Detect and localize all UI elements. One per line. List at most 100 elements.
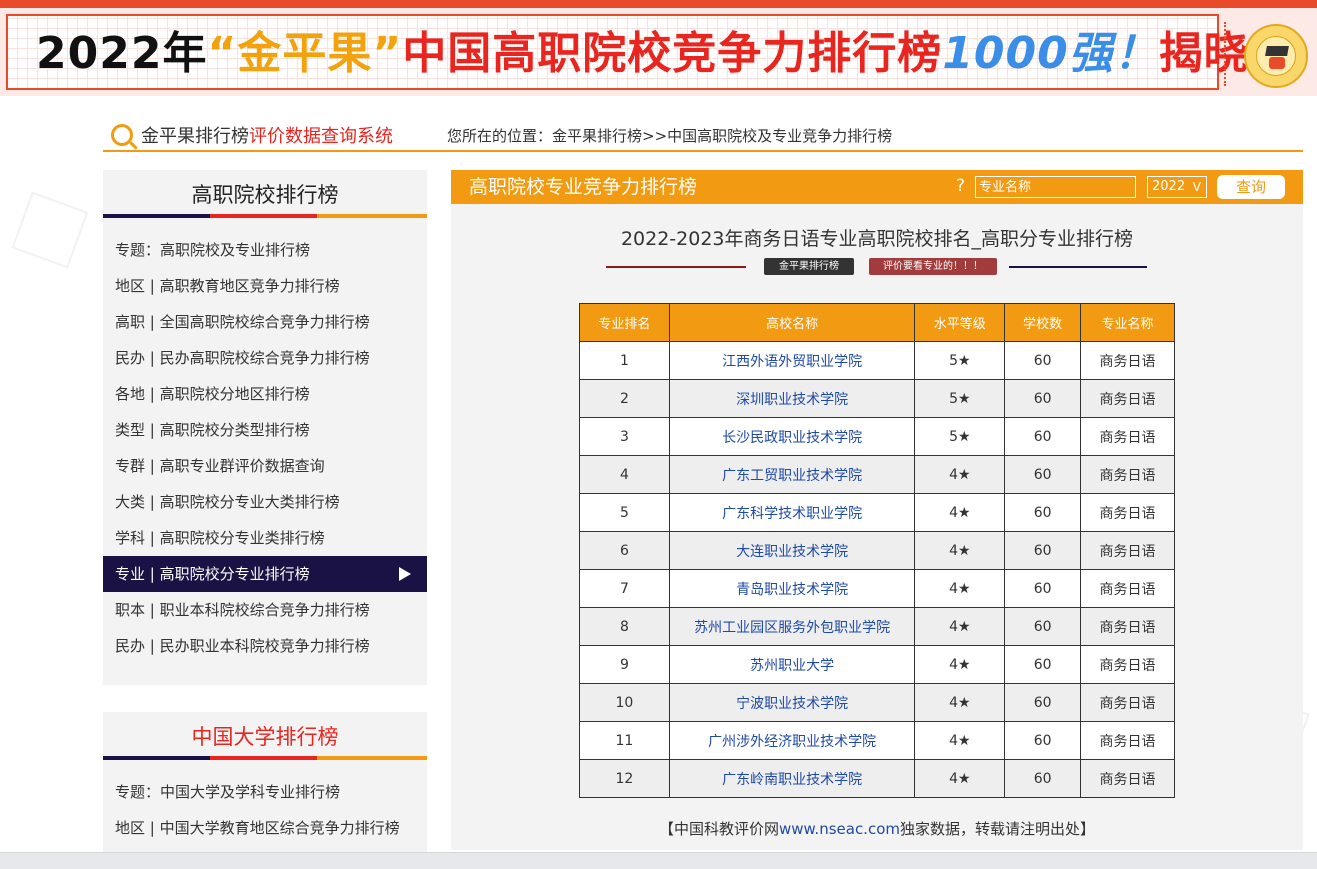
table-cell: 12 [579, 759, 670, 798]
sidebar-item-label: 学科 | 高职院校分专业类排行榜 [115, 529, 325, 547]
school-link[interactable]: 苏州工业园区服务外包职业学院 [668, 607, 916, 646]
table-cell: 5★ [914, 417, 1006, 456]
table-cell: 8 [579, 607, 670, 646]
table-cell: 7 [579, 569, 670, 608]
top-banner[interactable]: 2022年“金平果”中国高职院校竞争力排行榜1000强！揭晓 [0, 0, 1317, 96]
main-panel: 高职院校专业竞争力排行榜 ? 2022 V 查询 2022-2023年商务日语专… [451, 170, 1303, 850]
table-row: 10 宁波职业技术学院 4★ 60 商务日语 [579, 683, 1175, 722]
sidebar-item[interactable]: 专业 | 高职院校分专业排行榜 [103, 556, 427, 592]
sidebar-item-label: 大类 | 高职院校分专业大类排行榜 [115, 493, 340, 511]
table-row: 3 长沙民政职业技术学院 5★ 60 商务日语 [579, 417, 1175, 456]
table-header-row: 专业排名 高校名称 水平等级 学校数 专业名称 [579, 303, 1175, 342]
table-row: 6 大连职业技术学院 4★ 60 商务日语 [579, 531, 1175, 570]
play-arrow-icon [399, 567, 411, 581]
sidebar-title: 高职院校排行榜 [103, 170, 427, 222]
table-cell: 11 [579, 721, 670, 760]
banner-divider [1224, 22, 1226, 86]
help-icon[interactable]: ? [956, 170, 965, 202]
sidebar-item-label: 专业 | 高职院校分专业排行榜 [115, 565, 310, 583]
table-row: 8 苏州工业园区服务外包职业学院 4★ 60 商务日语 [579, 607, 1175, 646]
sidebar-item-label: 地区 | 中国大学教育地区综合竞争力排行榜 [115, 819, 400, 837]
main-header-title: 高职院校专业竞争力排行榜 [469, 176, 698, 198]
banner-count: 1000强！ [942, 28, 1159, 79]
table-cell: 商务日语 [1080, 531, 1175, 570]
table-cell: 商务日语 [1080, 379, 1175, 418]
school-link[interactable]: 大连职业技术学院 [668, 531, 916, 570]
table-cell: 4★ [914, 569, 1006, 608]
sidebar-item-label: 职本 | 职业本科院校综合竞争力排行榜 [115, 601, 370, 619]
query-button[interactable]: 查询 [1217, 175, 1285, 199]
sidebar-item[interactable]: 类型 | 高职院校分类型排行榜 [103, 412, 427, 448]
golden-apple-seal-icon [1244, 24, 1308, 88]
site-name: 金平果排行榜 [141, 126, 249, 147]
site-logo[interactable]: 金平果排行榜 评价数据查询系统 [103, 120, 437, 152]
banner-year: 2022年 [36, 28, 208, 79]
table-cell: 60 [1004, 759, 1082, 798]
taskbar [0, 852, 1317, 869]
banner-reveal: 揭晓 [1158, 28, 1249, 79]
table-cell: 2 [579, 379, 670, 418]
sidebar-item[interactable]: 专群 | 高职专业群评价数据查询 [103, 448, 427, 484]
table-cell: 60 [1004, 683, 1082, 722]
source-link[interactable]: www.nseac.com [779, 820, 900, 838]
school-link[interactable]: 广东科学技术职业学院 [668, 493, 916, 532]
major-search-input[interactable] [975, 176, 1136, 198]
breadcrumb[interactable]: 您所在的位置：金平果排行榜>>中国高职院校及专业竞争力排行榜 [437, 120, 1303, 152]
school-link[interactable]: 广东岭南职业技术学院 [668, 759, 916, 798]
table-cell: 10 [579, 683, 670, 722]
sidebar-item-label: 各地 | 高职院校分地区排行榜 [115, 385, 310, 403]
sidebar-item[interactable]: 学科 | 高职院校分专业类排行榜 [103, 520, 427, 556]
sidebar-item-label: 民办 | 民办职业本科院校竞争力排行榜 [115, 637, 370, 655]
seal-emblem [1256, 36, 1296, 76]
school-link[interactable]: 广东工贸职业技术学院 [668, 455, 916, 494]
sidebar-item[interactable]: 专题：中国大学及学科专业排行榜 [103, 774, 427, 810]
school-link[interactable]: 青岛职业技术学院 [668, 569, 916, 608]
sidebar-item[interactable]: 职本 | 职业本科院校综合竞争力排行榜 [103, 592, 427, 628]
table-row: 7 青岛职业技术学院 4★ 60 商务日语 [579, 569, 1175, 608]
sidebar-item[interactable]: 民办 | 民办高职院校综合竞争力排行榜 [103, 340, 427, 376]
source-prefix: 【中国科教评价网 [658, 820, 779, 838]
year-select[interactable]: 2022 V [1147, 176, 1207, 198]
school-link[interactable]: 苏州职业大学 [668, 645, 916, 684]
school-link[interactable]: 江西外语外贸职业学院 [668, 341, 916, 380]
table-cell: 1 [579, 341, 670, 380]
column-header: 专业名称 [1080, 303, 1175, 342]
table-cell: 60 [1004, 531, 1082, 570]
sidebar-item-label: 高职 | 全国高职院校综合竞争力排行榜 [115, 313, 370, 331]
source-note: 【中国科教评价网www.nseac.com独家数据，转载请注明出处】 [451, 818, 1303, 839]
table-cell: 60 [1004, 493, 1082, 532]
table-cell: 商务日语 [1080, 683, 1175, 722]
sidebar-item[interactable]: 各地 | 高职院校分地区排行榜 [103, 376, 427, 412]
page-title: 2022-2023年商务日语专业高职院校排名_高职分专业排行榜 [620, 228, 1134, 250]
sidebar-title: 中国大学排行榜 [103, 712, 427, 764]
school-link[interactable]: 长沙民政职业技术学院 [668, 417, 916, 456]
table-cell: 9 [579, 645, 670, 684]
sidebar-item[interactable]: 大类 | 高职院校分专业大类排行榜 [103, 484, 427, 520]
sidebar-list: 专题：高职院校及专业排行榜地区 | 高职教育地区竞争力排行榜高职 | 全国高职院… [103, 222, 427, 664]
table-cell: 4★ [914, 455, 1006, 494]
sidebar-item[interactable]: 专题：高职院校及专业排行榜 [103, 232, 427, 268]
table-cell: 商务日语 [1080, 455, 1175, 494]
table-cell: 4★ [914, 645, 1006, 684]
table-cell: 商务日语 [1080, 759, 1175, 798]
table-cell: 商务日语 [1080, 721, 1175, 760]
sidebar-item[interactable]: 高职 | 全国高职院校综合竞争力排行榜 [103, 304, 427, 340]
sidebar-item[interactable]: 地区 | 中国大学教育地区综合竞争力排行榜 [103, 810, 427, 846]
school-link[interactable]: 深圳职业技术学院 [668, 379, 916, 418]
sidebar-item-label: 专题：高职院校及专业排行榜 [115, 241, 311, 259]
sidebar-list: 专题：中国大学及学科专业排行榜地区 | 中国大学教育地区综合竞争力排行榜 [103, 764, 427, 846]
school-link[interactable]: 广州涉外经济职业技术学院 [668, 721, 916, 760]
school-link[interactable]: 宁波职业技术学院 [668, 683, 916, 722]
column-header: 专业排名 [579, 303, 670, 342]
table-row: 1 江西外语外贸职业学院 5★ 60 商务日语 [579, 341, 1175, 380]
banner-frame: 2022年“金平果”中国高职院校竞争力排行榜1000强！揭晓 [6, 14, 1248, 90]
table-cell: 60 [1004, 607, 1082, 646]
system-name: 评价数据查询系统 [249, 126, 393, 147]
sidebar-item[interactable]: 民办 | 民办职业本科院校竞争力排行榜 [103, 628, 427, 664]
table-cell: 60 [1004, 569, 1082, 608]
table-row: 12 广东岭南职业技术学院 4★ 60 商务日语 [579, 759, 1175, 798]
sidebar-item[interactable]: 地区 | 高职教育地区竞争力排行榜 [103, 268, 427, 304]
table-cell: 4★ [914, 493, 1006, 532]
banner-title: 2022年“金平果”中国高职院校竞争力排行榜1000强！揭晓 [36, 26, 1249, 82]
table-cell: 60 [1004, 721, 1082, 760]
